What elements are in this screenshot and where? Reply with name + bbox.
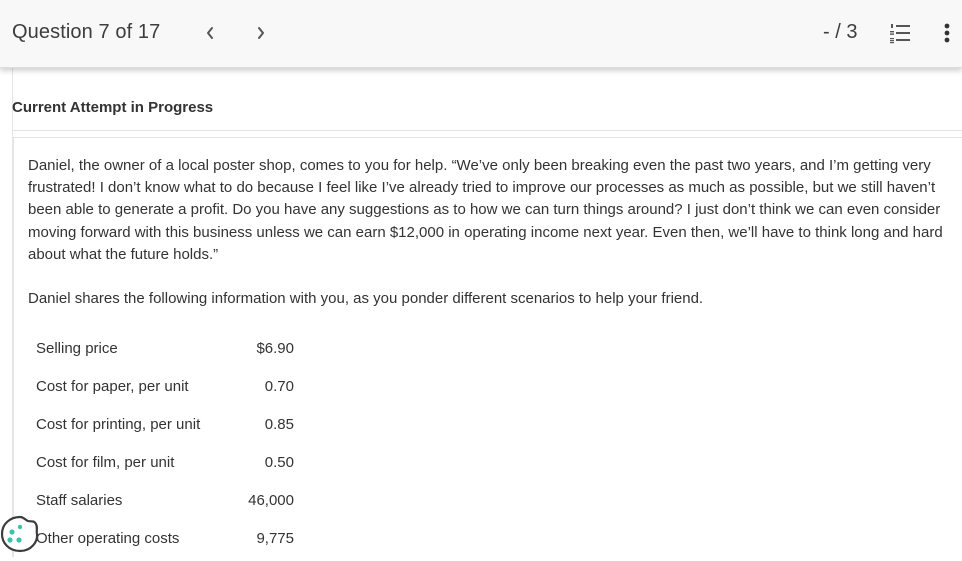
table-row: Selling price $6.90 [36,340,298,362]
divider [13,130,962,131]
next-question-button[interactable] [249,20,273,46]
cookie-settings-icon [0,515,39,553]
row-label: Other operating costs [36,530,180,547]
table-row: Cost for paper, per unit 0.70 [36,378,298,400]
table-row: Other operating costs 9,775 [36,530,298,552]
previous-question-button[interactable] [198,20,222,46]
row-label: Cost for printing, per unit [36,416,201,433]
row-value: 0.50 [264,454,294,471]
row-value: 0.85 [264,416,294,433]
table-row: Cost for printing, per unit 0.85 [36,416,298,438]
row-value: 46,000 [248,492,294,509]
row-label: Cost for paper, per unit [36,378,189,395]
more-vertical-icon [944,23,950,43]
cookie-settings-button[interactable] [0,512,42,556]
table-row: Staff salaries 46,000 [36,492,298,514]
attempt-status-heading: Current Attempt in Progress [12,99,214,116]
question-score: - / 3 [823,21,858,43]
row-label: Cost for film, per unit [36,454,175,471]
row-value: $6.90 [256,340,294,357]
question-paragraph: Daniel, the owner of a local poster shop… [28,157,943,263]
table-row: Cost for film, per unit 0.50 [36,454,298,476]
question-counter: Question 7 of 17 [12,21,161,43]
numbered-list-icon [890,24,910,44]
row-value: 0.70 [264,378,294,395]
row-label: Selling price [36,340,118,357]
chevron-left-icon [207,27,213,39]
row-value: 9,775 [256,530,294,547]
row-label: Staff salaries [36,492,123,509]
question-paragraph: Daniel shares the following information … [28,290,704,307]
chevron-right-icon [258,27,264,39]
content-left-edge [0,68,13,557]
more-options-button[interactable] [940,20,954,46]
question-list-button[interactable] [889,22,911,44]
question-header: Question 7 of 17 - / 3 [0,0,962,68]
